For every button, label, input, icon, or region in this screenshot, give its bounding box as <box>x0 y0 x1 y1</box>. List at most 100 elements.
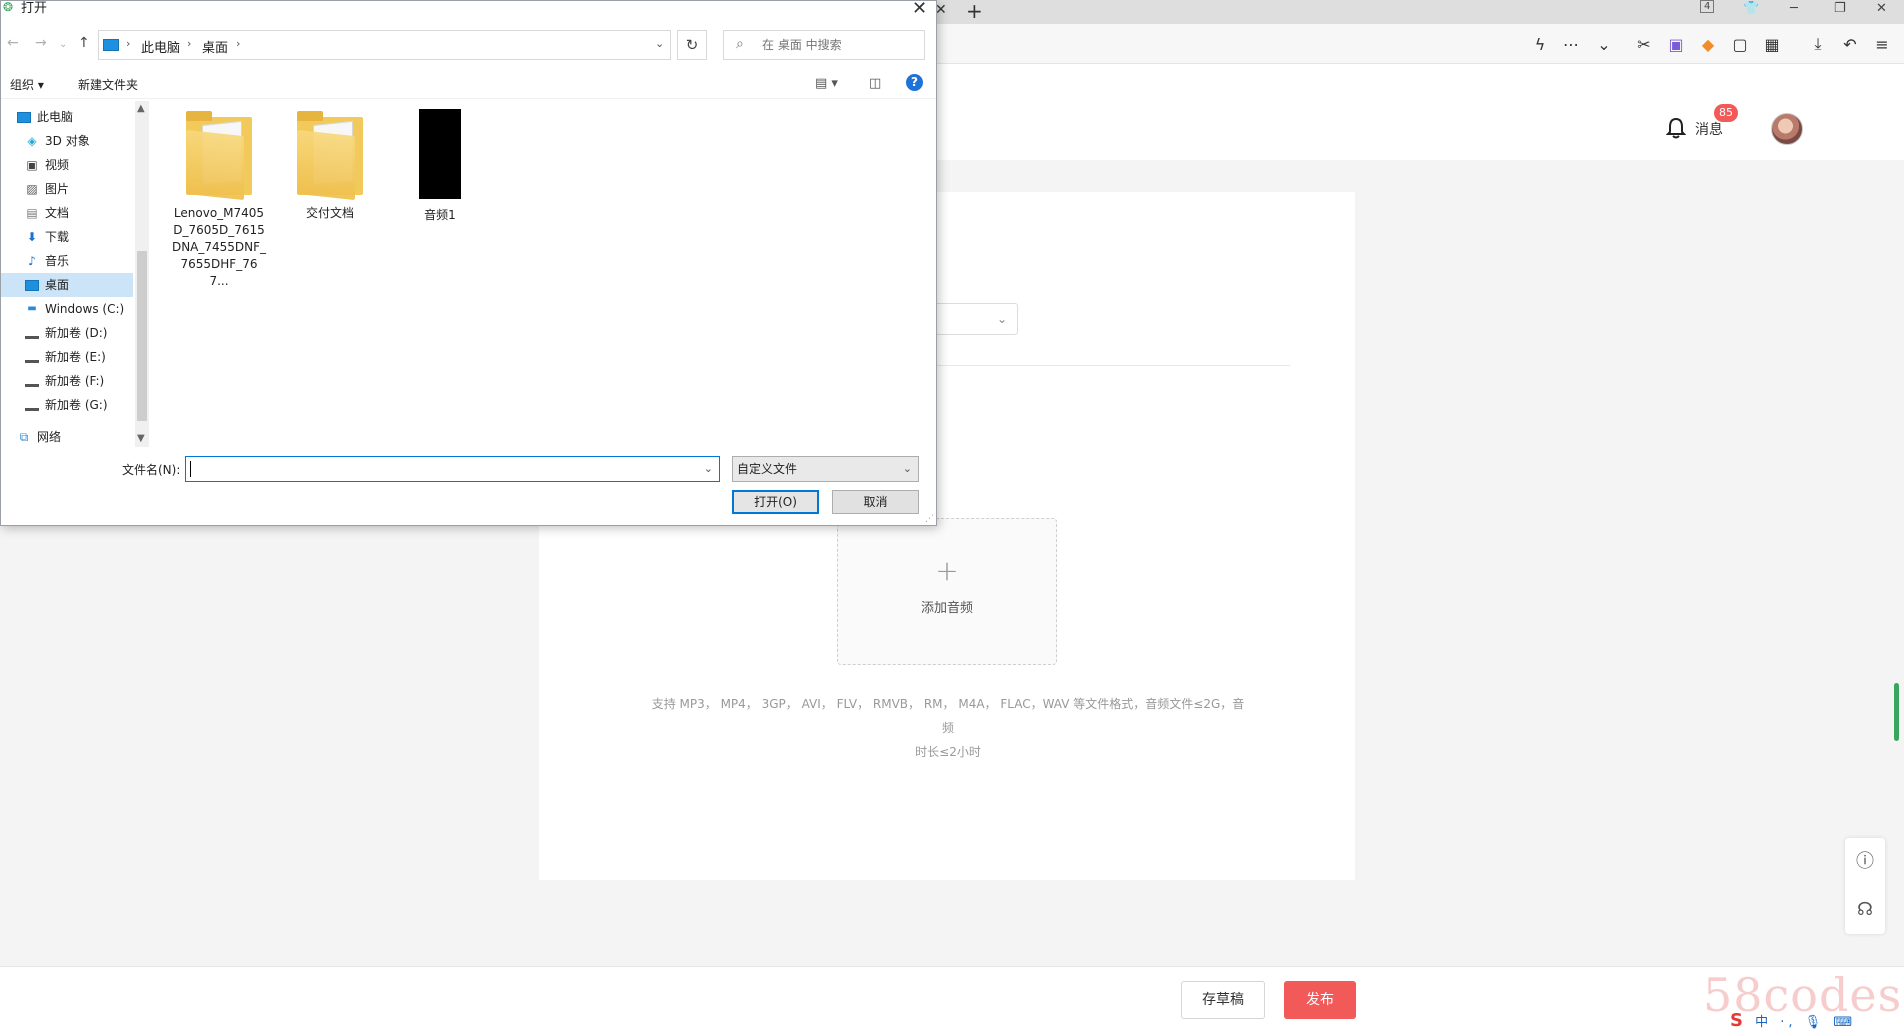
help-icon[interactable]: ? <box>906 74 923 91</box>
screenshot-icon[interactable]: ▢ <box>1730 34 1750 54</box>
question-icon[interactable]: ⓘ <box>1845 838 1885 886</box>
sidebar-item-label: 3D 对象 <box>45 134 90 148</box>
sidebar-item-downloads[interactable]: ⬇ 下载 <box>1 225 133 249</box>
sidebar-item-drive-f[interactable]: 新加卷 (F:) <box>1 369 133 393</box>
breadcrumb-desktop[interactable]: 桌面 <box>202 37 228 56</box>
navigation-scrollbar[interactable]: ▲ ▼ <box>135 101 149 447</box>
scroll-indicator[interactable] <box>1894 683 1899 741</box>
category-select[interactable]: ⌄ <box>930 303 1018 335</box>
window-close-icon[interactable]: ✕ <box>1876 1 1887 16</box>
preview-pane-icon[interactable]: ◫ <box>869 76 881 91</box>
sidebar-item-desktop[interactable]: 桌面 <box>1 273 133 297</box>
computer-icon <box>103 39 119 51</box>
menu-icon[interactable]: ≡ <box>1872 34 1892 54</box>
sidebar-item-music[interactable]: ♪ 音乐 <box>1 249 133 273</box>
scrollbar-thumb[interactable] <box>137 251 147 421</box>
undo-icon[interactable]: ↶ <box>1840 34 1860 54</box>
sidebar-item-3d-objects[interactable]: ◈ 3D 对象 <box>1 129 133 153</box>
add-audio-dropzone[interactable]: + 添加音频 <box>837 518 1057 665</box>
search-box[interactable]: ⌕ <box>723 30 925 60</box>
dialog-title-bar: ❂ 打开 <box>1 1 936 17</box>
back-arrow-icon[interactable]: ← <box>7 35 19 51</box>
file-list: Lenovo_M7405D_7605D_7615DNA_7455DNF_7655… <box>151 101 935 447</box>
sidebar-item-documents[interactable]: ▤ 文档 <box>1 201 133 225</box>
game-icon[interactable]: ◆ <box>1698 34 1718 54</box>
download-arrow-icon: ⬇ <box>26 230 38 244</box>
view-options-icon[interactable]: ▤ ▾ <box>815 76 838 91</box>
file-item-delivery-docs[interactable]: 交付文档 <box>282 109 378 222</box>
new-folder-button[interactable]: 新建文件夹 <box>78 76 138 93</box>
lightning-icon[interactable]: ϟ <box>1530 34 1550 54</box>
sidebar-item-videos[interactable]: ▣ 视频 <box>1 153 133 177</box>
document-icon: ▤ <box>26 206 38 220</box>
sidebar-item-network[interactable]: ⧉ 网络 <box>1 425 133 449</box>
breadcrumb-this-pc[interactable]: 此电脑 <box>141 37 180 56</box>
breadcrumb-separator: › <box>126 37 131 50</box>
file-type-value: 自定义文件 <box>737 462 798 476</box>
breadcrumb-separator: › <box>236 37 241 50</box>
chevron-down-icon[interactable]: ⌄ <box>655 37 664 50</box>
open-button[interactable]: 打开(O) <box>732 490 819 514</box>
open-file-dialog: ❂ 打开 ✕ ← → ⌄ ↑ › 此电脑 › 桌面 › ⌄ ↻ ⌕ 组织 ▾ 新… <box>0 0 937 526</box>
close-icon[interactable]: ✕ <box>912 0 927 19</box>
sidebar-item-label: 视频 <box>45 158 70 172</box>
forward-arrow-icon[interactable]: → <box>35 35 47 51</box>
sogou-ime-icon[interactable]: S <box>1730 1010 1747 1031</box>
restore-icon[interactable]: ❐ <box>1834 1 1846 16</box>
sidebar-item-this-pc[interactable]: 此电脑 <box>1 105 133 129</box>
sidebar-item-pictures[interactable]: ▨ 图片 <box>1 177 133 201</box>
address-bar[interactable]: › 此电脑 › 桌面 › ⌄ <box>98 30 671 60</box>
avatar[interactable] <box>1771 113 1803 145</box>
sidebar-item-drive-d[interactable]: 新加卷 (D:) <box>1 321 133 345</box>
minimize-icon[interactable]: ─ <box>1790 1 1798 16</box>
sidebar-item-drive-e[interactable]: 新加卷 (E:) <box>1 345 133 369</box>
organize-menu[interactable]: 组织 ▾ <box>10 76 44 93</box>
keyboard-icon[interactable]: ⌨ <box>1833 1015 1856 1030</box>
microphone-icon[interactable]: 🎙 <box>1805 1015 1826 1030</box>
file-type-select[interactable]: 自定义文件 ⌄ <box>732 456 919 482</box>
messages-label[interactable]: 消息 <box>1695 119 1723 139</box>
refresh-button[interactable]: ↻ <box>677 30 707 60</box>
music-icon: ♪ <box>28 254 36 268</box>
formats-line-1: 支持 MP3， MP4， 3GP， AVI， FLV， RMVB， RM， M4… <box>651 697 1245 735</box>
more-icon[interactable]: ⋯ <box>1561 34 1581 54</box>
apps-icon[interactable]: ▦ <box>1762 34 1782 54</box>
bell-icon[interactable] <box>1666 117 1686 139</box>
scroll-up-icon[interactable]: ▲ <box>137 103 145 114</box>
ime-mode[interactable]: 中 ·, <box>1755 1015 1796 1030</box>
sidebar-item-drive-g[interactable]: 新加卷 (G:) <box>1 393 133 417</box>
reader-icon[interactable]: ▣ <box>1666 34 1686 54</box>
search-input[interactable] <box>762 36 917 54</box>
sidebar-item-drive-c[interactable]: ▬ Windows (C:) <box>1 297 133 321</box>
up-arrow-icon[interactable]: ↑ <box>78 35 90 51</box>
dialog-title: 打开 <box>21 1 48 16</box>
new-tab-icon[interactable]: + <box>966 0 983 23</box>
download-icon[interactable]: ⤓ <box>1808 34 1828 54</box>
audio-file-thumbnail <box>419 109 461 199</box>
save-draft-button[interactable]: 存草稿 <box>1181 981 1265 1019</box>
filename-input[interactable]: ⌄ <box>185 456 720 482</box>
drive-icon <box>25 354 39 363</box>
text-caret <box>190 461 191 477</box>
shirt-icon[interactable]: 👕 <box>1743 1 1759 16</box>
chevron-down-icon[interactable]: ⌄ <box>1594 34 1614 54</box>
file-item-audio1[interactable]: 音频1 <box>392 109 488 224</box>
publish-button[interactable]: 发布 <box>1284 981 1356 1019</box>
recent-locations-icon[interactable]: ⌄ <box>59 39 67 50</box>
scissors-icon[interactable]: ✂ <box>1634 34 1654 54</box>
scroll-down-icon[interactable]: ▼ <box>137 433 145 444</box>
sidebar-item-label: 新加卷 (D:) <box>45 326 108 340</box>
divider <box>930 365 1290 366</box>
chevron-down-icon[interactable]: ⌄ <box>704 462 713 475</box>
app-icon: ❂ <box>3 0 14 14</box>
sidebar-item-label: 文档 <box>45 206 70 220</box>
folder-icon <box>186 111 252 201</box>
cancel-button[interactable]: 取消 <box>832 490 919 514</box>
resize-grip-icon[interactable]: ⋰ <box>925 514 934 524</box>
headset-icon[interactable]: ☊ <box>1845 886 1885 934</box>
folder-icon <box>297 111 363 201</box>
tab-count-badge[interactable]: 4 <box>1700 0 1715 13</box>
computer-icon <box>17 112 31 123</box>
file-item-lenovo-folder[interactable]: Lenovo_M7405D_7605D_7615DNA_7455DNF_7655… <box>171 109 267 290</box>
sidebar-item-label: 图片 <box>45 182 70 196</box>
